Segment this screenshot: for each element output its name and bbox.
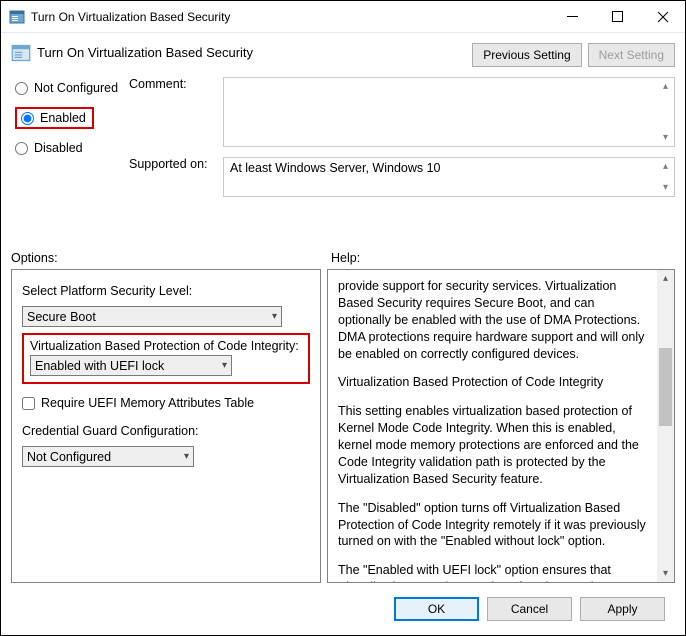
scroll-up-icon[interactable]: ▴: [657, 158, 674, 175]
select-value: Secure Boot: [27, 310, 96, 324]
vbpci-group-highlight: Virtualization Based Protection of Code …: [22, 333, 310, 384]
scroll-down-icon[interactable]: ▾: [657, 565, 674, 582]
help-scrollbar[interactable]: ▴ ▾: [657, 270, 674, 582]
platform-security-select[interactable]: Secure Boot ▾: [22, 306, 282, 327]
radio-enabled[interactable]: Enabled: [15, 107, 94, 129]
ok-button[interactable]: OK: [394, 597, 479, 621]
supported-scrollbar[interactable]: ▴ ▾: [657, 158, 674, 196]
chevron-down-icon: ▾: [184, 451, 189, 462]
scrollbar-thumb[interactable]: [659, 348, 672, 426]
policy-title: Turn On Virtualization Based Security: [37, 43, 472, 60]
scrollbar-track[interactable]: [657, 287, 674, 565]
scroll-up-icon[interactable]: ▴: [657, 270, 674, 287]
require-uefi-checkbox[interactable]: Require UEFI Memory Attributes Table: [22, 396, 310, 410]
titlebar: Turn On Virtualization Based Security: [1, 1, 685, 33]
scroll-down-icon[interactable]: ▾: [657, 179, 674, 196]
checkbox-label: Require UEFI Memory Attributes Table: [41, 396, 254, 410]
chevron-down-icon: ▾: [222, 360, 227, 371]
supported-label: Supported on:: [129, 157, 223, 179]
state-radio-group: Not Configured Enabled Disabled: [11, 73, 129, 237]
help-paragraph: Virtualization Based Protection of Code …: [338, 374, 647, 391]
help-label: Help:: [331, 251, 360, 265]
credential-guard-label: Credential Guard Configuration:: [22, 424, 310, 438]
policy-icon: [11, 43, 31, 63]
options-panel: Select Platform Security Level: Secure B…: [11, 269, 321, 583]
help-paragraph: This setting enables virtualization base…: [338, 403, 647, 487]
maximize-button[interactable]: [595, 2, 640, 32]
select-value: Not Configured: [27, 450, 111, 464]
config-area: Not Configured Enabled Disabled Comment:…: [1, 73, 685, 243]
close-button[interactable]: [640, 2, 685, 32]
chevron-down-icon: ▾: [272, 311, 277, 322]
scroll-down-icon[interactable]: ▾: [657, 129, 674, 146]
radio-label: Disabled: [34, 141, 83, 155]
help-paragraph: The "Disabled" option turns off Virtuali…: [338, 500, 647, 551]
header: Turn On Virtualization Based Security Pr…: [1, 33, 685, 73]
cancel-button[interactable]: Cancel: [487, 597, 572, 621]
radio-label: Not Configured: [34, 81, 118, 95]
select-value: Enabled with UEFI lock: [35, 359, 164, 373]
panel-labels: Options: Help:: [1, 243, 685, 269]
apply-button[interactable]: Apply: [580, 597, 665, 621]
radio-not-configured[interactable]: Not Configured: [11, 77, 129, 99]
radio-label: Enabled: [40, 111, 86, 125]
panels: Select Platform Security Level: Secure B…: [1, 269, 685, 591]
credential-guard-select[interactable]: Not Configured ▾: [22, 446, 194, 467]
scroll-up-icon[interactable]: ▴: [657, 78, 674, 95]
vbpci-label: Virtualization Based Protection of Code …: [30, 339, 302, 353]
minimize-button[interactable]: [550, 2, 595, 32]
supported-field: At least Windows Server, Windows 10 ▴ ▾: [223, 157, 675, 197]
dialog-buttons: OK Cancel Apply: [1, 591, 685, 635]
comment-field[interactable]: ▴ ▾: [223, 77, 675, 147]
comment-scrollbar[interactable]: ▴ ▾: [657, 78, 674, 146]
help-panel: provide support for security services. V…: [327, 269, 675, 583]
previous-setting-button[interactable]: Previous Setting: [472, 43, 581, 67]
window-title: Turn On Virtualization Based Security: [31, 10, 550, 24]
platform-security-label: Select Platform Security Level:: [22, 284, 310, 298]
window-icon: [9, 9, 25, 25]
help-paragraph: The "Enabled with UEFI lock" option ensu…: [338, 562, 647, 582]
next-setting-button[interactable]: Next Setting: [588, 43, 675, 67]
comment-label: Comment:: [129, 77, 223, 99]
radio-disabled[interactable]: Disabled: [11, 137, 129, 159]
help-paragraph: provide support for security services. V…: [338, 278, 647, 362]
vbpci-select[interactable]: Enabled with UEFI lock ▾: [30, 355, 232, 376]
help-text: provide support for security services. V…: [328, 270, 657, 582]
options-label: Options:: [11, 251, 331, 265]
supported-value: At least Windows Server, Windows 10: [230, 161, 441, 175]
